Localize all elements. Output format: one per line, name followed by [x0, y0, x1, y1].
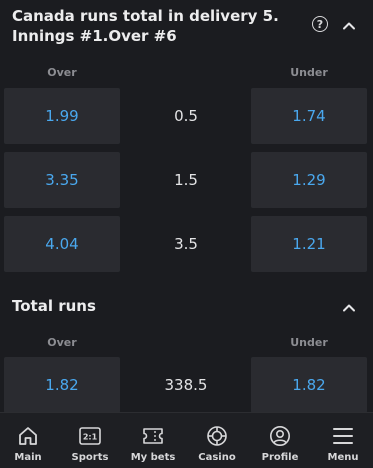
- market-header-delivery-runs[interactable]: Canada runs total in delivery 5. Innings…: [0, 0, 373, 52]
- nav-item-main[interactable]: Main: [0, 413, 59, 468]
- chevron-up-icon[interactable]: [342, 19, 356, 33]
- casino-chip-icon: [205, 425, 229, 447]
- nav-label: Sports: [71, 452, 109, 463]
- under-odds-button[interactable]: 1.82: [251, 357, 367, 413]
- nav-item-my-bets[interactable]: My bets: [122, 413, 184, 468]
- market-title: Canada runs total in delivery 5. Innings…: [12, 7, 279, 45]
- nav-label: Profile: [261, 452, 299, 463]
- nav-label: My bets: [130, 452, 176, 463]
- under-odds-button[interactable]: 1.21: [251, 216, 367, 272]
- nav-label: Main: [14, 452, 42, 463]
- help-icon[interactable]: ?: [312, 16, 328, 32]
- over-odds-button[interactable]: 1.82: [4, 357, 120, 413]
- line-value: 338.5: [164, 376, 208, 394]
- nav-item-menu[interactable]: Menu: [312, 413, 373, 468]
- nav-item-sports[interactable]: 2:1 Sports: [59, 413, 121, 468]
- nav-item-casino[interactable]: Casino: [186, 413, 248, 468]
- home-icon: [16, 425, 40, 447]
- under-column-header: Under: [290, 336, 328, 349]
- nav-item-profile[interactable]: Profile: [249, 413, 311, 468]
- ticket-icon: [141, 425, 165, 447]
- under-odds-button[interactable]: 1.29: [251, 152, 367, 208]
- menu-icon: [331, 425, 355, 447]
- over-odds-button[interactable]: 4.04: [4, 216, 120, 272]
- nav-label: Menu: [327, 452, 359, 463]
- under-odds-button[interactable]: 1.74: [251, 88, 367, 144]
- line-value: 0.5: [174, 107, 198, 125]
- market-title-total-runs[interactable]: Total runs: [12, 297, 96, 315]
- over-column-header: Over: [47, 66, 77, 79]
- profile-icon: [268, 425, 292, 447]
- over-odds-button[interactable]: 1.99: [4, 88, 120, 144]
- svg-text:2:1: 2:1: [83, 433, 98, 442]
- line-value: 3.5: [174, 235, 198, 253]
- chevron-up-icon[interactable]: [342, 301, 356, 315]
- line-value: 1.5: [174, 171, 198, 189]
- under-column-header: Under: [290, 66, 328, 79]
- over-odds-button[interactable]: 3.35: [4, 152, 120, 208]
- bottom-navigation: Main 2:1 Sports My bets Casino Profile M…: [0, 412, 373, 468]
- nav-label: Casino: [198, 452, 236, 463]
- scoreboard-icon: 2:1: [78, 425, 102, 447]
- over-column-header: Over: [47, 336, 77, 349]
